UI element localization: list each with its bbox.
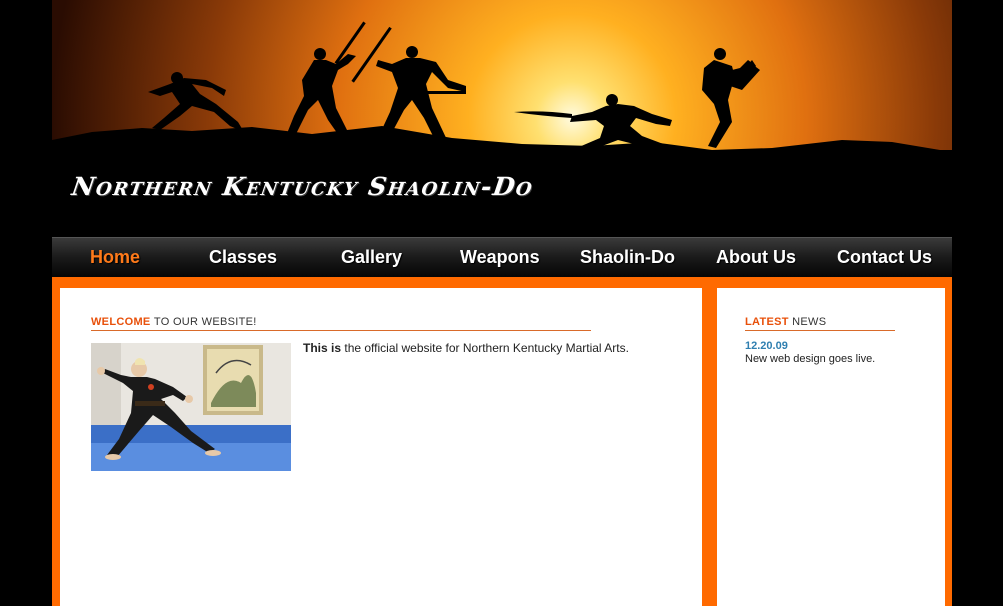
- nav-item-gallery[interactable]: Gallery: [341, 238, 402, 277]
- intro-body: the official website for Northern Kentuc…: [344, 341, 629, 355]
- nav-item-shaolin-do[interactable]: Shaolin-Do: [580, 238, 675, 277]
- page-wrapper: Northern Kentucky Shaolin-Do Home Classe…: [52, 0, 952, 606]
- welcome-heading: WELCOME TO OUR WEBSITE!: [91, 316, 591, 331]
- nav-item-classes[interactable]: Classes: [209, 238, 277, 277]
- welcome-heading-highlight: WELCOME: [91, 316, 151, 328]
- nav-item-contact-us[interactable]: Contact Us: [837, 238, 932, 277]
- welcome-heading-rest: TO OUR WEBSITE!: [153, 316, 257, 328]
- main-navigation: Home Classes Gallery Weapons Shaolin-Do …: [52, 237, 952, 277]
- instructor-photo: [91, 343, 291, 471]
- sidebar-panel: LATEST NEWS 12.20.09 New web design goes…: [717, 288, 945, 606]
- latest-news-heading: LATEST NEWS: [745, 316, 895, 331]
- sunset-silhouette-banner: [52, 0, 952, 237]
- content-frame: WELCOME TO OUR WEBSITE! This is the offi…: [52, 277, 952, 606]
- nav-item-weapons[interactable]: Weapons: [460, 238, 540, 277]
- nav-item-about-us[interactable]: About Us: [716, 238, 796, 277]
- intro-lead: This is: [303, 341, 342, 355]
- news-item-text: New web design goes live.: [745, 353, 876, 365]
- site-title: Northern Kentucky Shaolin-Do: [69, 172, 536, 201]
- intro-text: This is the official website for Norther…: [303, 341, 629, 355]
- nav-item-home[interactable]: Home: [90, 238, 140, 277]
- header-banner: Northern Kentucky Shaolin-Do: [52, 0, 952, 237]
- news-heading-rest: NEWS: [792, 316, 827, 328]
- news-item-date: 12.20.09: [745, 340, 788, 352]
- main-content-panel: WELCOME TO OUR WEBSITE! This is the offi…: [60, 288, 702, 606]
- news-heading-highlight: LATEST: [745, 316, 789, 328]
